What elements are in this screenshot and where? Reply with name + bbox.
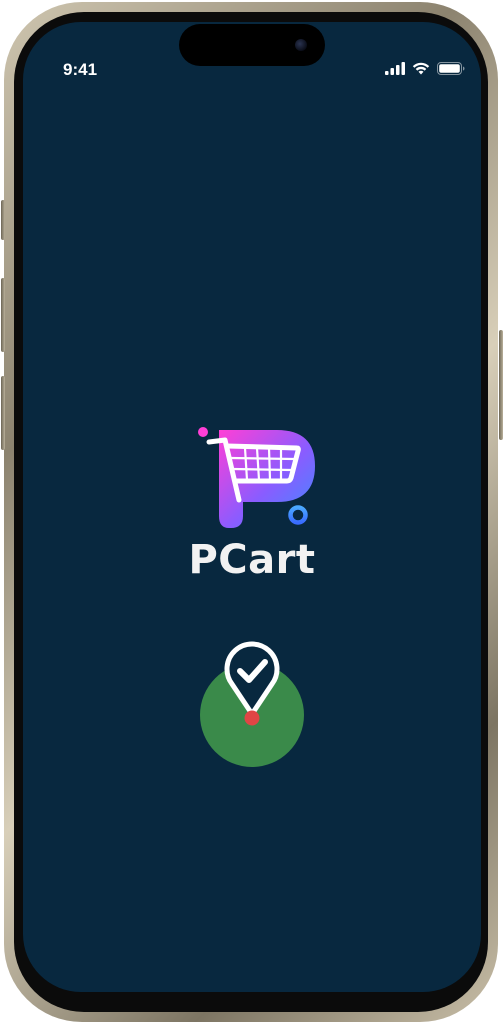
cellular-signal-icon <box>385 61 405 75</box>
status-time: 9:41 <box>63 60 98 79</box>
battery-icon <box>437 61 465 75</box>
silent-switch <box>1 200 5 240</box>
wifi-icon <box>412 62 430 74</box>
dynamic-island <box>179 24 325 66</box>
screen: 9:41 PCart <box>23 22 481 992</box>
brand-name: PCart <box>188 537 316 583</box>
power-button <box>499 330 503 440</box>
camera-icon <box>295 39 307 51</box>
volume-up-button <box>1 278 5 352</box>
location-pin-check-icon <box>200 641 304 767</box>
status-icons <box>385 60 465 76</box>
volume-down-button <box>1 376 5 450</box>
cart-logo-icon <box>198 427 315 528</box>
